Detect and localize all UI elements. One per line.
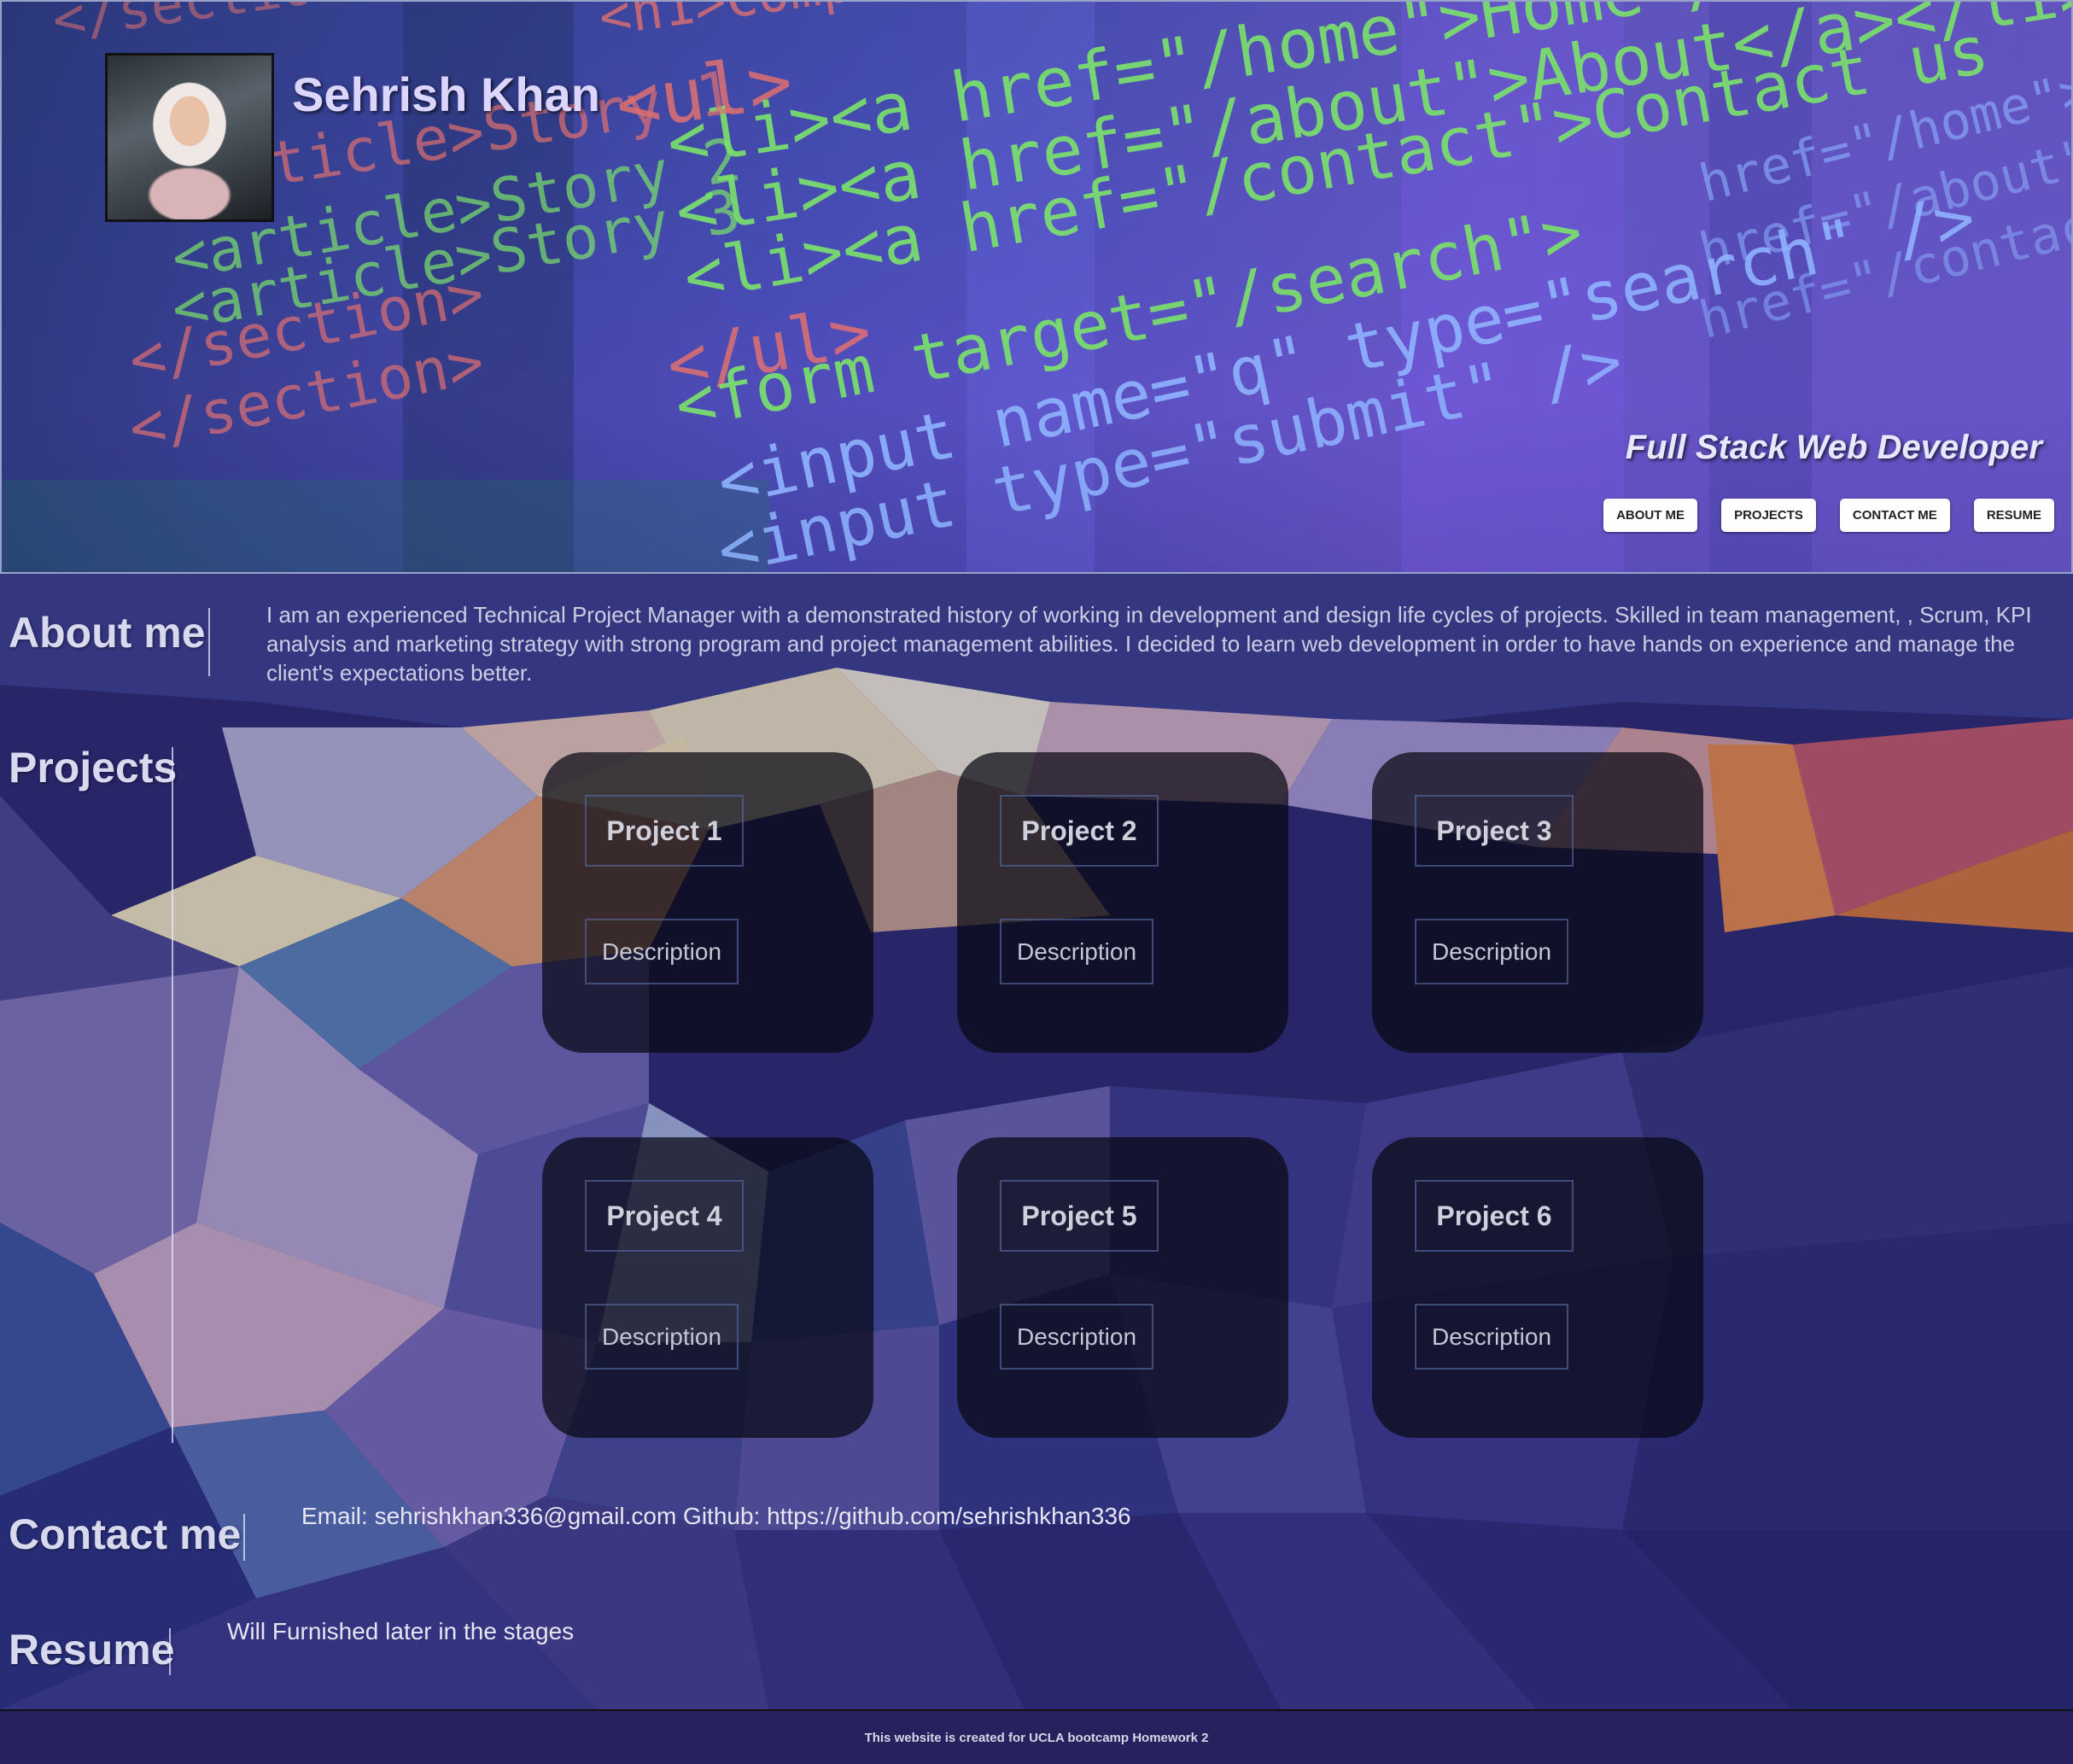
project-title[interactable]: Project 1 <box>585 795 744 867</box>
profile-avatar <box>105 53 274 222</box>
project-title[interactable]: Project 6 <box>1415 1180 1574 1252</box>
nav-resume-button[interactable]: RESUME <box>1973 499 2054 532</box>
main-nav: ABOUT ME PROJECTS CONTACT ME RESUME <box>1603 499 2054 532</box>
header-banner: </section><h1>Company Name<ul><li><a hre… <box>0 0 2073 574</box>
site-owner-name: Sehrish Khan <box>292 67 600 121</box>
job-title: Full Stack Web Developer <box>1625 429 2042 466</box>
nav-about-me-button[interactable]: ABOUT ME <box>1603 499 1698 532</box>
resume-divider <box>169 1628 171 1675</box>
projects-heading: Projects <box>9 744 178 791</box>
project-description: Description <box>585 1304 739 1370</box>
resume-text: Will Furnished later in the stages <box>227 1618 575 1644</box>
project-description: Description <box>1000 919 1153 984</box>
nav-projects-button[interactable]: PROJECTS <box>1721 499 1816 532</box>
projects-divider <box>172 747 173 1443</box>
footer-text: This website is created for UCLA bootcam… <box>864 1730 1209 1745</box>
resume-heading: Resume <box>9 1626 175 1673</box>
project-description: Description <box>1000 1304 1153 1370</box>
project-card[interactable]: Project 2 Description <box>957 752 1288 1053</box>
project-title[interactable]: Project 3 <box>1415 795 1574 867</box>
project-card[interactable]: Project 3 Description <box>1372 752 1703 1053</box>
about-me-heading: About me <box>9 609 206 657</box>
contact-divider <box>243 1514 245 1561</box>
project-card[interactable]: Project 1 Description <box>542 752 873 1053</box>
project-card[interactable]: Project 5 Description <box>957 1137 1288 1438</box>
project-title[interactable]: Project 2 <box>1000 795 1159 867</box>
project-title[interactable]: Project 4 <box>585 1180 744 1252</box>
nav-contact-me-button[interactable]: CONTACT ME <box>1839 499 1950 532</box>
contact-details[interactable]: Email: sehrishkhan336@gmail.com Github: … <box>301 1503 1131 1530</box>
project-card[interactable]: Project 6 Description <box>1372 1137 1703 1438</box>
project-description: Description <box>1415 1304 1568 1370</box>
project-description: Description <box>585 919 739 984</box>
project-title[interactable]: Project 5 <box>1000 1180 1159 1252</box>
contact-me-heading: Contact me <box>9 1510 242 1558</box>
project-description: Description <box>1415 919 1568 984</box>
about-me-text: I am an experienced Technical Project Ma… <box>266 602 2032 686</box>
footer: This website is created for UCLA bootcam… <box>0 1709 2073 1764</box>
project-card[interactable]: Project 4 Description <box>542 1137 873 1438</box>
about-divider <box>208 608 210 676</box>
